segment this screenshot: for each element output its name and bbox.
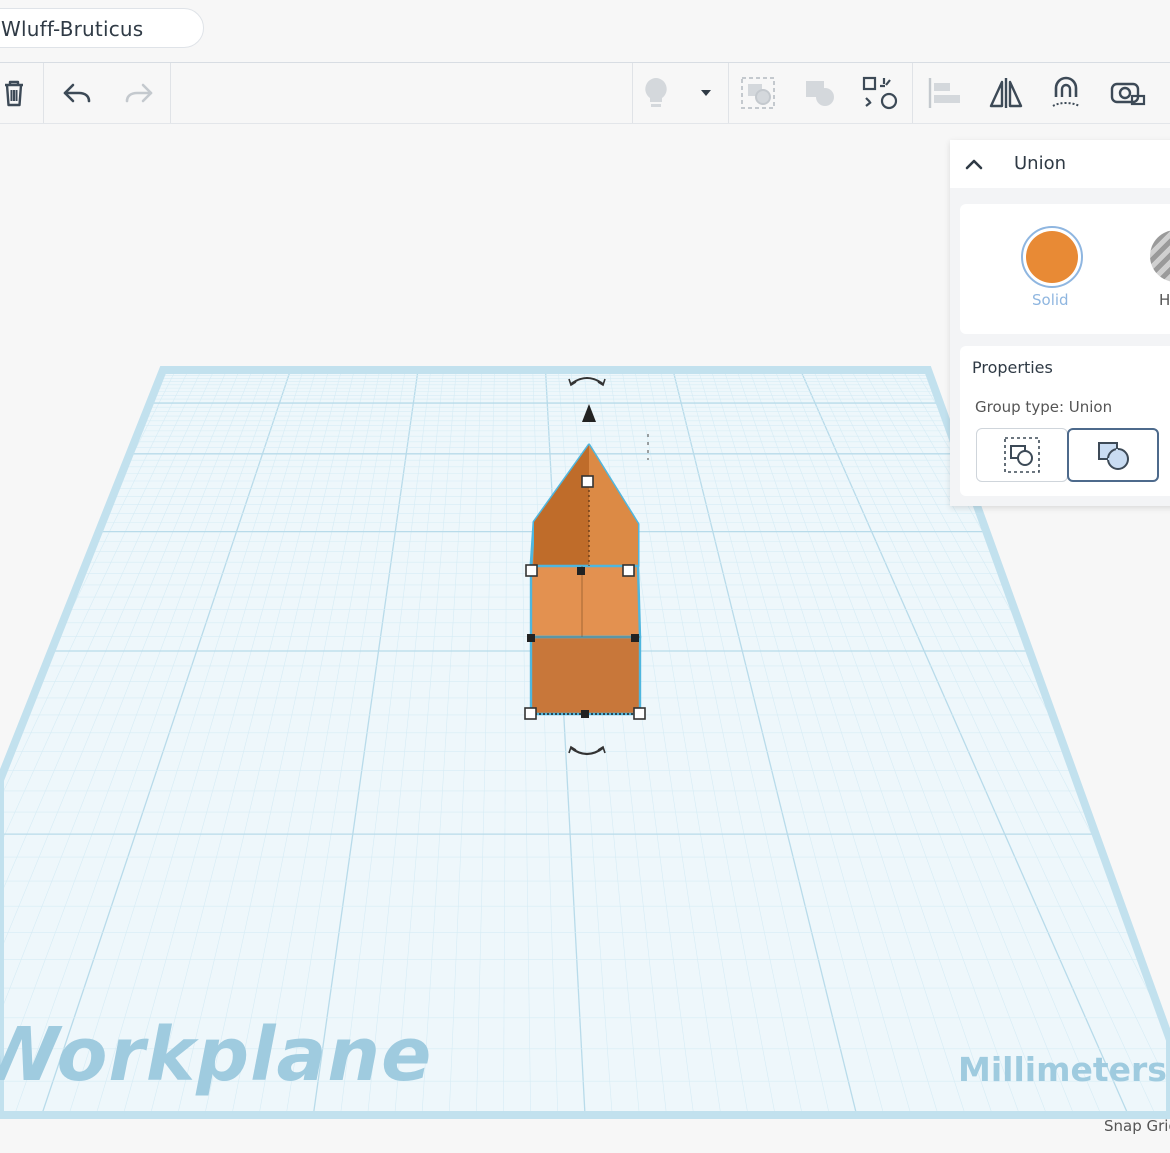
- toolbar: [0, 63, 1170, 124]
- ruler-icon[interactable]: [1106, 71, 1150, 115]
- material-card: Solid H: [960, 204, 1170, 334]
- shape-inspector-panel: Union Solid H Properties Group type: Uni…: [950, 140, 1170, 506]
- inspector-title: Union: [1014, 153, 1067, 174]
- ungroup-icon[interactable]: [798, 71, 842, 115]
- delete-icon[interactable]: [0, 71, 36, 115]
- union-shapes-button[interactable]: [1067, 428, 1159, 482]
- inspector-header[interactable]: Union: [950, 140, 1170, 188]
- union-shapes-icon: [1098, 442, 1129, 470]
- units-label: Millimeters: [958, 1050, 1167, 1089]
- chevron-up-icon[interactable]: [962, 152, 986, 176]
- separate-shapes-button[interactable]: [976, 428, 1068, 482]
- hole-button[interactable]: [1150, 230, 1170, 282]
- hole-label: H: [1159, 291, 1170, 309]
- dropdown-icon[interactable]: [686, 71, 726, 115]
- properties-title: Properties: [972, 358, 1053, 377]
- solid-button[interactable]: [1021, 226, 1083, 288]
- align-icon[interactable]: [922, 71, 966, 115]
- toolbar-divider: [728, 63, 729, 123]
- redo-icon[interactable]: [116, 71, 160, 115]
- separate-shapes-icon: [1004, 437, 1040, 473]
- properties-card: Properties Group type: Union: [960, 346, 1170, 496]
- cruise-icon[interactable]: [1044, 71, 1088, 115]
- toolbar-divider: [632, 63, 633, 123]
- solid-label: Solid: [1032, 291, 1069, 309]
- undo-icon[interactable]: [56, 71, 100, 115]
- group-icon[interactable]: [736, 71, 780, 115]
- design-name-field[interactable]: Wluff-Bruticus: [0, 8, 204, 48]
- light-bulb-icon[interactable]: [634, 71, 678, 115]
- snap-grid-label[interactable]: Snap Grid: [1104, 1117, 1170, 1135]
- title-bar: Wluff-Bruticus: [0, 0, 1170, 63]
- toolbar-divider: [170, 63, 171, 123]
- workplane-label: Workplane: [0, 1012, 433, 1098]
- group-type-label: Group type: Union: [975, 398, 1113, 416]
- mirror-icon[interactable]: [984, 71, 1028, 115]
- toolbar-divider: [43, 63, 44, 123]
- toolbar-divider: [912, 63, 913, 123]
- workplane-icon[interactable]: [858, 71, 902, 115]
